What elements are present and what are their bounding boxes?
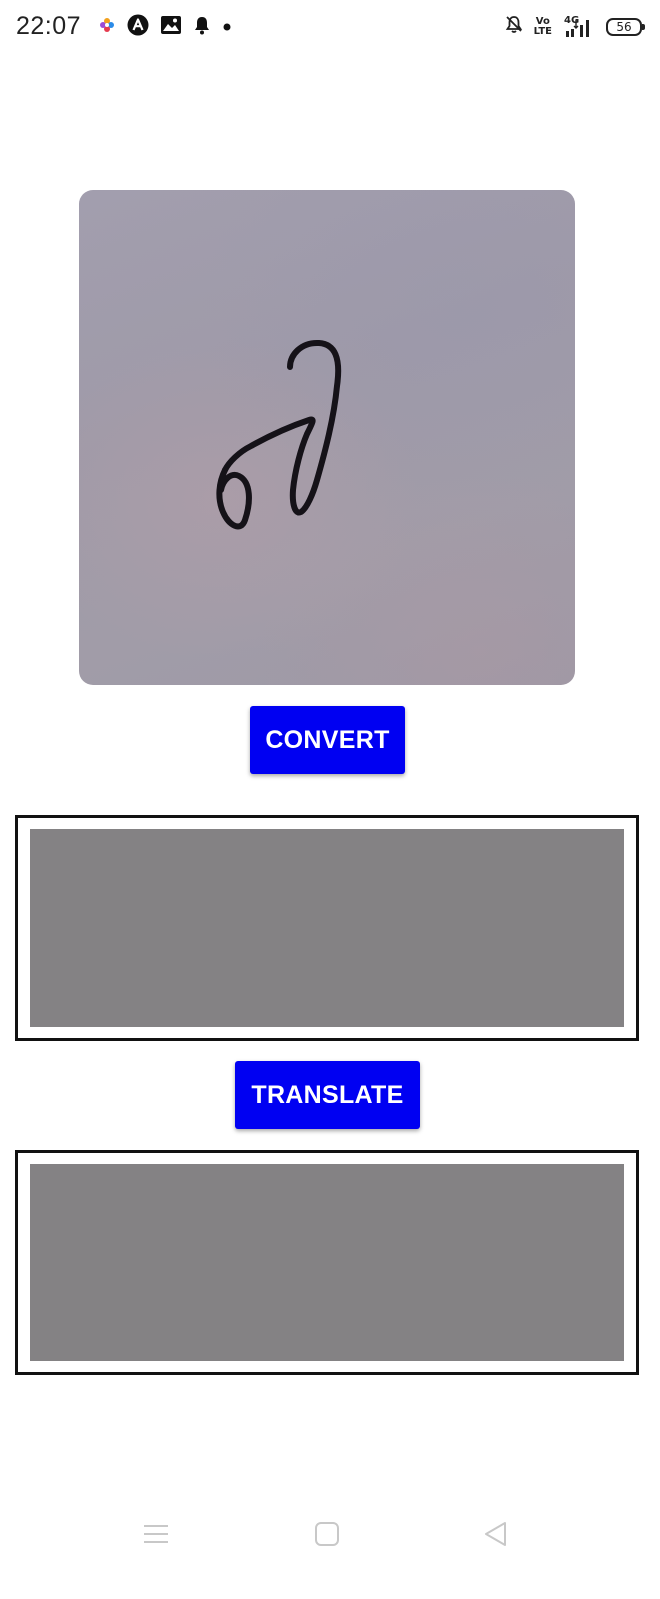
system-status-icons: Vo LTE 4G 56: [504, 14, 645, 39]
volte-icon: Vo LTE: [533, 15, 552, 37]
volte-top-label: Vo: [535, 15, 550, 27]
pinwheel-app-icon: [98, 16, 116, 39]
back-button[interactable]: [476, 1520, 516, 1552]
converted-text-output[interactable]: [30, 829, 624, 1027]
back-icon: [483, 1521, 509, 1552]
gallery-app-icon: [160, 15, 182, 40]
bell-notification-icon: [193, 15, 211, 40]
bell-muted-icon: [504, 14, 524, 39]
notification-icons: [98, 14, 232, 41]
translated-text-output[interactable]: [30, 1164, 624, 1361]
converted-text-box: [15, 815, 639, 1041]
a-circle-app-icon: [127, 14, 149, 41]
status-time: 22:07: [16, 12, 82, 40]
translate-button[interactable]: TRANSLATE: [235, 1061, 420, 1129]
signal-4g-icon: 4G: [562, 15, 596, 38]
translated-text-box: [15, 1150, 639, 1375]
handwritten-stroke: [216, 339, 342, 530]
app-screen: 22:07 Vo LTE 4G 56 CONVERT TRANSLATE: [0, 0, 660, 1599]
volte-bottom-label: LTE: [533, 25, 552, 37]
menu-icon: [143, 1522, 169, 1551]
status-bar: 22:07 Vo LTE 4G 56: [0, 0, 660, 58]
convert-button[interactable]: CONVERT: [250, 706, 405, 774]
navigation-bar: [0, 1500, 660, 1570]
handwritten-character-image: [79, 190, 575, 685]
battery-icon: 56: [606, 17, 645, 36]
home-icon: [314, 1521, 340, 1552]
home-button[interactable]: [307, 1520, 347, 1552]
menu-button[interactable]: [136, 1520, 176, 1552]
more-notifications-dot-icon: [222, 19, 232, 37]
